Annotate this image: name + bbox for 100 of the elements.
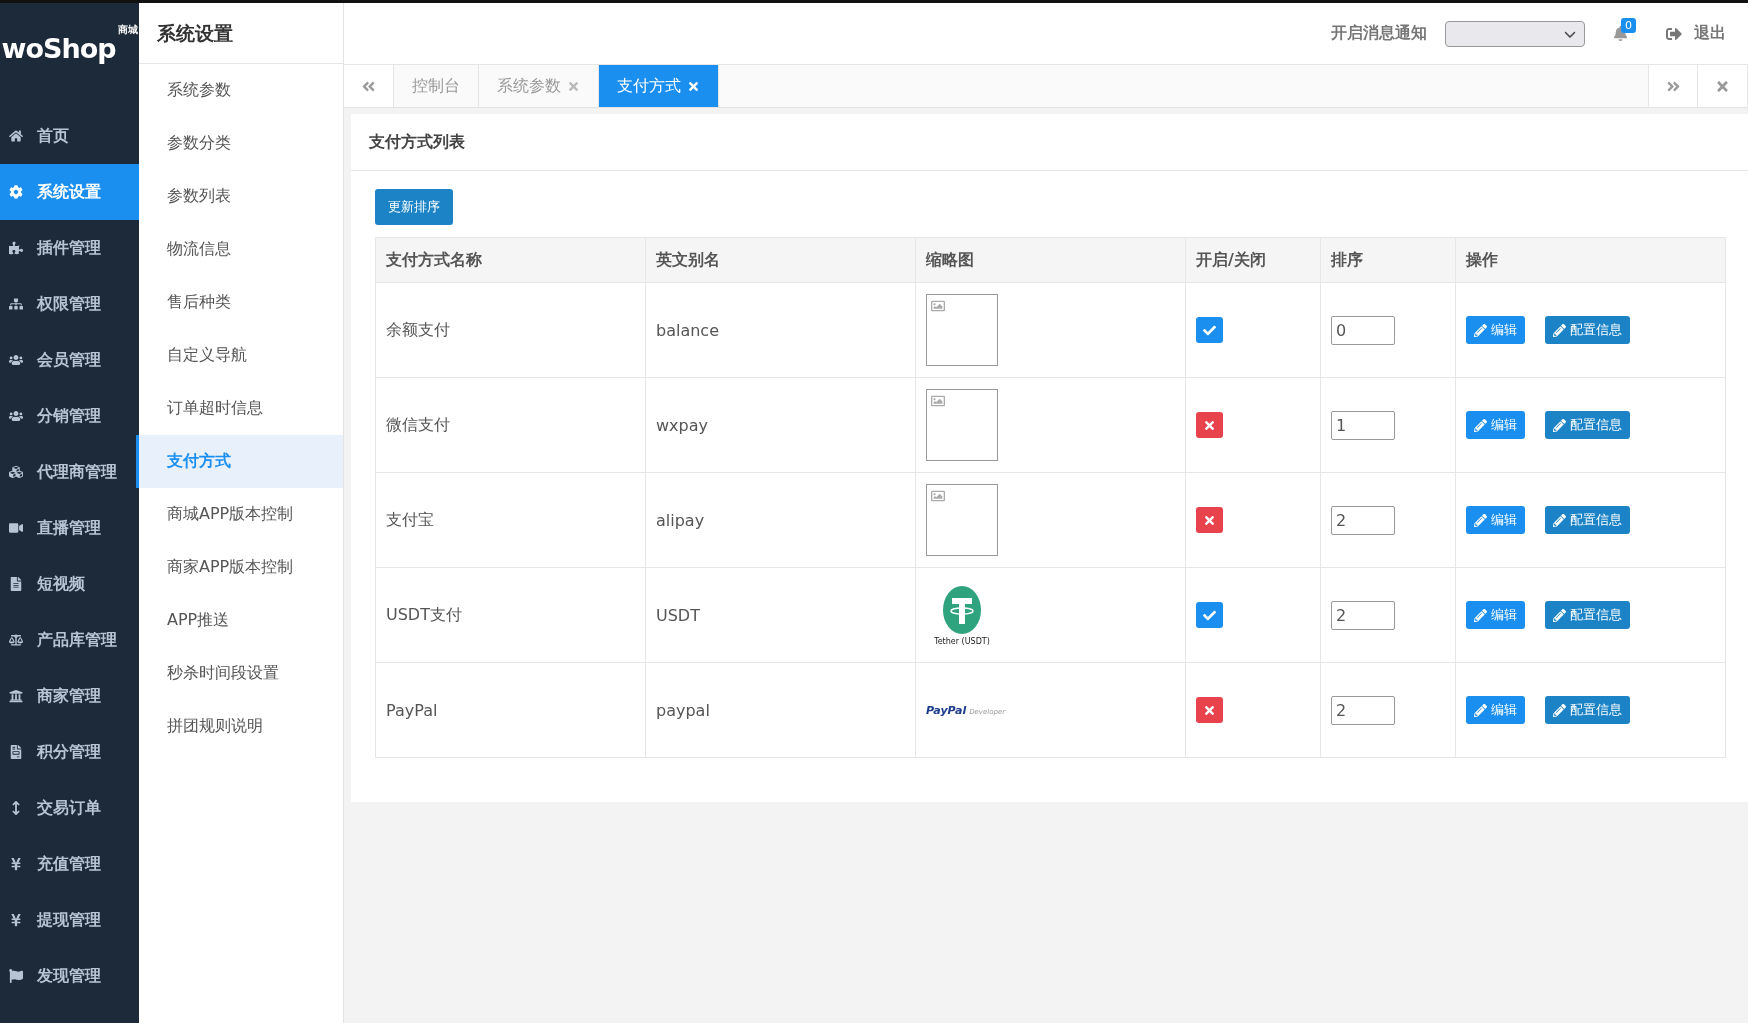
submenu-item[interactable]: 商城APP版本控制: [136, 488, 343, 541]
config-button[interactable]: 配置信息: [1545, 506, 1630, 534]
submenu-item[interactable]: 订单超时信息: [136, 382, 343, 435]
nav-icon: [9, 689, 25, 703]
nav-item[interactable]: 提现管理: [0, 892, 139, 948]
update-sort-button[interactable]: 更新排序: [375, 189, 453, 225]
notify-select[interactable]: [1445, 20, 1585, 47]
table-cell: PayPal: [375, 662, 646, 758]
broken-image-icon: [931, 299, 945, 313]
nav-item[interactable]: 商家管理: [0, 668, 139, 724]
nav-icon: [9, 969, 25, 983]
cross-icon: [1203, 513, 1216, 527]
sort-input[interactable]: 0: [1331, 315, 1395, 345]
cross-icon: [1203, 703, 1216, 717]
column-header: 排序: [1320, 237, 1456, 283]
pencil-icon: [1553, 513, 1566, 527]
pencil-icon: [1553, 608, 1566, 622]
close-icon: [1715, 78, 1730, 94]
column-header: 开启/关闭: [1185, 237, 1321, 283]
notify-label: 开启消息通知: [1331, 23, 1427, 44]
broken-image-icon: [931, 489, 945, 503]
submenu-item[interactable]: 自定义导航: [136, 329, 343, 382]
pencil-icon: [1474, 513, 1487, 527]
sort-input[interactable]: 1: [1331, 410, 1395, 440]
pencil-icon: [1474, 608, 1487, 622]
nav-icon: [9, 465, 25, 479]
table-cell: USDT: [645, 567, 916, 663]
nav-icon: [9, 241, 25, 255]
nav-item[interactable]: 直播管理: [0, 500, 139, 556]
close-icon[interactable]: [567, 79, 580, 93]
logo-caption: Tether (USDT): [934, 636, 990, 646]
config-button[interactable]: 配置信息: [1545, 696, 1630, 724]
table-cell: balance: [645, 282, 916, 378]
nav-icon: [9, 521, 25, 535]
scroll-left-button[interactable]: [344, 65, 394, 107]
table-cell: 微信支付: [375, 377, 646, 473]
nav-icon: [9, 353, 25, 367]
logo-tag: 商城: [117, 23, 138, 37]
submenu-item[interactable]: 拼团规则说明: [136, 700, 343, 753]
cross-icon: [1203, 418, 1216, 432]
sort-input[interactable]: 2: [1331, 505, 1395, 535]
pencil-icon: [1474, 703, 1487, 717]
submenu-item[interactable]: 系统参数: [136, 64, 343, 117]
logo: woShop: [1, 33, 116, 64]
broken-image-icon: [931, 394, 945, 408]
pencil-icon: [1553, 418, 1566, 432]
nav-item[interactable]: 分销管理: [0, 388, 139, 444]
table-cell: 支付宝: [375, 472, 646, 568]
close-icon[interactable]: [687, 79, 700, 93]
pencil-icon: [1474, 323, 1487, 337]
config-button[interactable]: 配置信息: [1545, 601, 1630, 629]
column-header: 操作: [1455, 237, 1726, 283]
table-cell: paypal: [645, 662, 916, 758]
logout-icon: [1666, 25, 1682, 42]
close-tabs-button[interactable]: [1698, 65, 1748, 107]
nav-item[interactable]: 积分管理: [0, 724, 139, 780]
column-header: 英文别名: [645, 237, 916, 283]
nav-item[interactable]: 短视频: [0, 556, 139, 612]
sort-input[interactable]: 2: [1331, 600, 1395, 630]
submenu-item[interactable]: 售后种类: [136, 276, 343, 329]
nav-item[interactable]: 插件管理: [0, 220, 139, 276]
coin-logo-icon: [942, 584, 982, 635]
logout-link[interactable]: 退出: [1666, 23, 1726, 44]
config-button[interactable]: 配置信息: [1545, 411, 1630, 439]
submenu-item[interactable]: 参数列表: [136, 170, 343, 223]
nav-item[interactable]: 发现管理: [0, 948, 139, 1004]
paypal-logo: PayPal: [926, 703, 967, 717]
notification-count: 0: [1621, 18, 1636, 33]
nav-item[interactable]: 权限管理: [0, 276, 139, 332]
nav-icon: [9, 633, 25, 647]
nav-item[interactable]: 首页: [0, 108, 139, 164]
check-icon: [1203, 323, 1216, 337]
check-icon: [1203, 608, 1216, 622]
table-cell: 余额支付: [375, 282, 646, 378]
submenu-item[interactable]: 参数分类: [136, 117, 343, 170]
nav-item[interactable]: 代理商管理: [0, 444, 139, 500]
submenu-item[interactable]: 物流信息: [136, 223, 343, 276]
submenu-item[interactable]: APP推送: [136, 594, 343, 647]
column-header: 支付方式名称: [375, 237, 646, 283]
enabled-toggle[interactable]: [1196, 602, 1223, 628]
submenu-item[interactable]: 商家APP版本控制: [136, 541, 343, 594]
enabled-toggle[interactable]: [1196, 317, 1223, 343]
nav-item[interactable]: 交易订单: [0, 780, 139, 836]
scroll-right-button[interactable]: [1648, 65, 1698, 107]
nav-icon: [9, 129, 25, 143]
sort-input[interactable]: 2: [1331, 695, 1395, 725]
nav-item[interactable]: 产品库管理: [0, 612, 139, 668]
table-cell: alipay: [645, 472, 916, 568]
nav-item[interactable]: 会员管理: [0, 332, 139, 388]
nav-icon: [9, 409, 25, 423]
column-header: 缩略图: [915, 237, 1186, 283]
pencil-icon: [1553, 703, 1566, 717]
submenu-item[interactable]: 秒杀时间段设置: [136, 647, 343, 700]
nav-icon: [9, 297, 25, 311]
nav-icon: [9, 185, 25, 199]
config-button[interactable]: 配置信息: [1545, 316, 1630, 344]
table-cell: USDT支付: [375, 567, 646, 663]
submenu-title: 系统设置: [139, 3, 343, 64]
nav-item[interactable]: 充值管理: [0, 836, 139, 892]
pencil-icon: [1553, 323, 1566, 337]
